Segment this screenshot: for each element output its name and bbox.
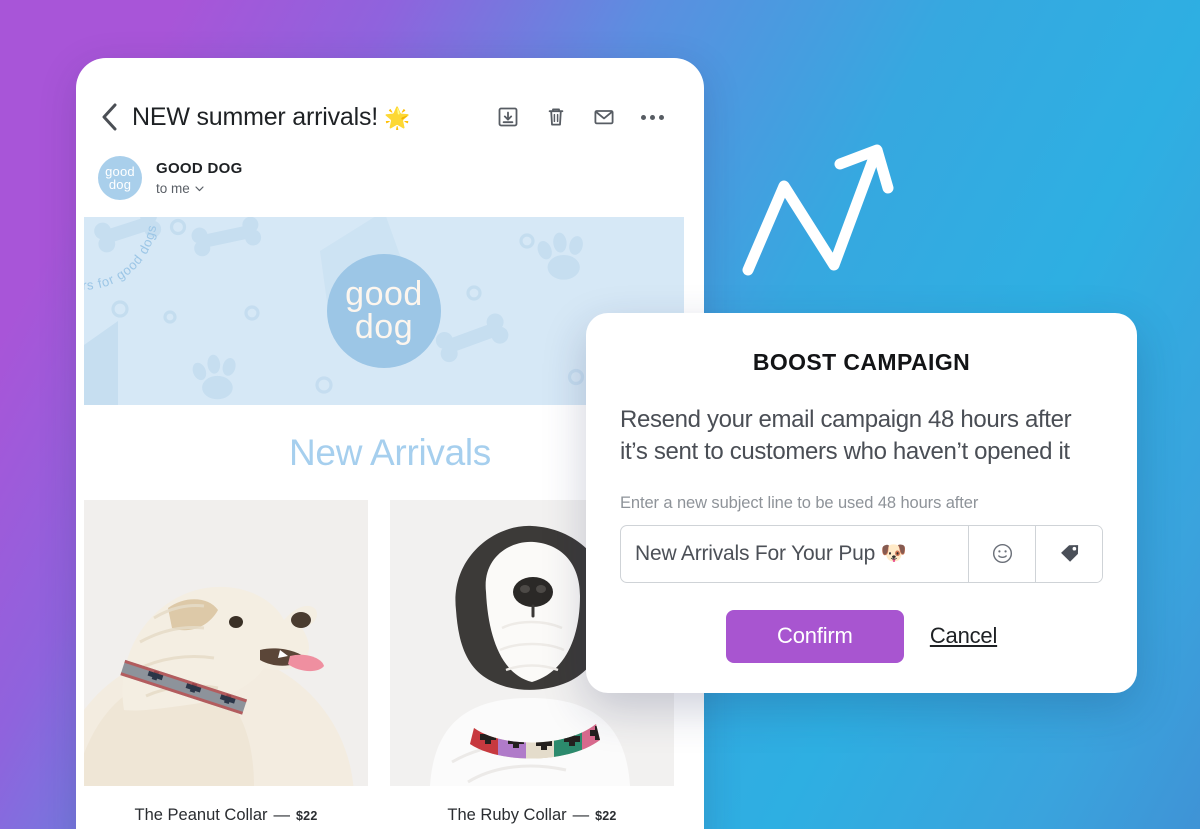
subject-input[interactable] bbox=[621, 525, 968, 582]
email-subject-text: NEW summer arrivals! bbox=[132, 102, 379, 131]
modal-action-row: Confirm Cancel bbox=[620, 609, 1103, 663]
sender-name: GOOD DOG bbox=[156, 160, 243, 177]
email-header: NEW summer arrivals! 🌟 bbox=[76, 88, 704, 146]
avatar: good dog bbox=[98, 156, 142, 200]
back-chevron-icon[interactable] bbox=[98, 102, 122, 132]
email-subject: NEW summer arrivals! 🌟 bbox=[132, 103, 410, 132]
emoji-picker-button[interactable] bbox=[968, 525, 1035, 582]
growth-arrow-icon bbox=[742, 144, 894, 276]
product-separator: — bbox=[572, 806, 590, 824]
product-card[interactable]: The Peanut Collar — $22 bbox=[84, 500, 368, 825]
modal-hint: Enter a new subject line to be used 48 h… bbox=[620, 493, 979, 512]
product-price: $22 bbox=[595, 809, 617, 823]
product-name: The Ruby Collar bbox=[447, 806, 567, 824]
avatar-line-1: good bbox=[105, 163, 135, 179]
screenshot-canvas: NEW summer arrivals! 🌟 good dog GOOD DOG… bbox=[0, 0, 1200, 829]
cancel-button[interactable]: Cancel bbox=[930, 623, 997, 649]
product-name: The Peanut Collar bbox=[134, 806, 268, 824]
confirm-button[interactable]: Confirm bbox=[725, 609, 904, 663]
email-sender-row: good dog GOOD DOG to me bbox=[76, 146, 704, 204]
subject-line-field bbox=[620, 524, 1103, 583]
delete-icon[interactable] bbox=[545, 106, 567, 128]
good-dog-logo: good dog bbox=[327, 254, 441, 368]
product-separator: — bbox=[273, 806, 291, 824]
recipient-label: to me bbox=[156, 181, 190, 196]
more-options-icon[interactable] bbox=[641, 114, 664, 120]
chevron-down-icon[interactable] bbox=[195, 185, 204, 192]
merge-tag-button[interactable] bbox=[1035, 525, 1102, 582]
product-price: $22 bbox=[296, 809, 318, 823]
product-label: The Ruby Collar — $22 bbox=[390, 806, 674, 825]
archive-icon[interactable] bbox=[497, 106, 519, 128]
product-label: The Peanut Collar — $22 bbox=[84, 806, 368, 825]
product-photo-peanut bbox=[84, 500, 368, 786]
logo-line-2: dog bbox=[354, 308, 414, 346]
modal-title: BOOST CAMPAIGN bbox=[752, 349, 971, 375]
recipient-row[interactable]: to me bbox=[156, 181, 243, 196]
sender-meta: GOOD DOG to me bbox=[156, 160, 243, 196]
logo-line-1: good bbox=[345, 275, 423, 314]
smiley-icon bbox=[992, 544, 1012, 564]
sun-emoji: 🌟 bbox=[384, 106, 410, 130]
mark-unread-icon[interactable] bbox=[593, 106, 615, 128]
tag-icon bbox=[1060, 545, 1078, 563]
avatar-line-2: dog bbox=[108, 177, 132, 192]
email-action-bar bbox=[497, 106, 664, 128]
boost-campaign-modal: BOOST CAMPAIGN Resend your email campaig… bbox=[586, 313, 1137, 693]
modal-description: Resend your email campaign 48 hours afte… bbox=[620, 406, 1072, 465]
